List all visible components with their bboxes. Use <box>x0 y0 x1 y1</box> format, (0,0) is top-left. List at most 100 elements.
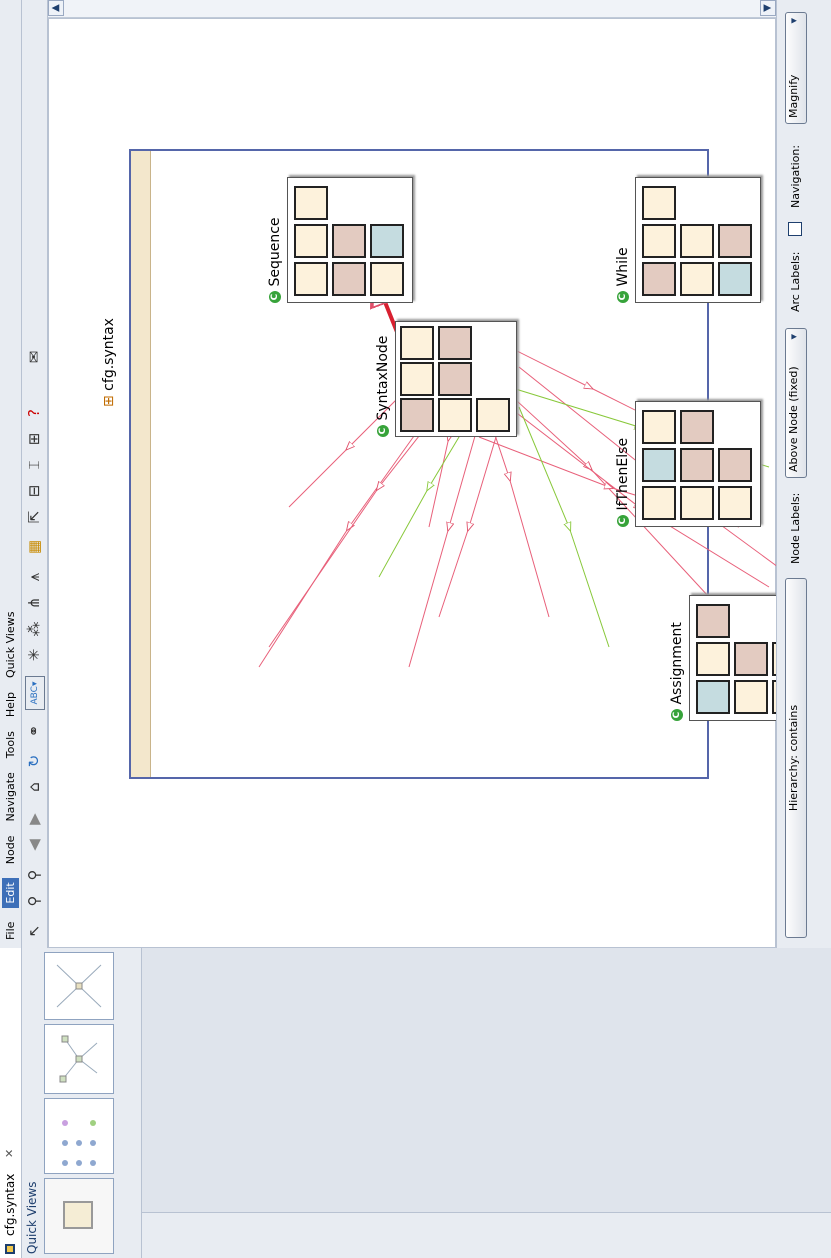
menu-quick-views[interactable]: Quick Views <box>4 612 17 678</box>
menu-help[interactable]: Help <box>4 692 17 717</box>
navigation-label: Navigation: <box>789 144 802 208</box>
node-member[interactable] <box>642 224 676 258</box>
radial-icon <box>56 964 102 1008</box>
refresh-icon[interactable]: ↻ <box>22 750 46 772</box>
menu-edit[interactable]: Edit <box>2 878 19 908</box>
node-member[interactable] <box>680 486 714 520</box>
tree-view-icon[interactable]: ⊞ <box>22 428 46 450</box>
layout-grid-icon[interactable]: ▦ <box>22 536 46 558</box>
editor-tab-title[interactable]: cfg.syntax <box>3 1174 17 1236</box>
node-member[interactable] <box>696 604 730 638</box>
zoom-out-icon[interactable]: ⚲ <box>22 864 46 886</box>
navigation-value: Magnify <box>787 74 800 118</box>
node-member[interactable] <box>680 224 714 258</box>
main-pane: File Edit Node Navigate Tools Help Quick… <box>0 0 831 948</box>
layout-icon <box>63 1201 93 1229</box>
node-member[interactable] <box>294 262 328 296</box>
node-labels-value: Above Node (fixed) <box>787 366 800 472</box>
menu-navigate[interactable]: Navigate <box>4 772 17 821</box>
quick-view-thumb-4[interactable] <box>44 952 114 1020</box>
ladder-icon[interactable]: ⌶ <box>22 454 46 476</box>
node-member[interactable] <box>642 410 676 444</box>
quick-view-thumb-1[interactable] <box>44 1178 114 1254</box>
layout-spring-icon[interactable]: ⁂ <box>22 618 46 640</box>
canvas-vertical-scrollbar[interactable]: ▲ ▼ <box>48 0 776 18</box>
node-member[interactable] <box>332 262 366 296</box>
node-labels-select[interactable]: Above Node (fixed) ▾ <box>785 328 807 478</box>
node-member[interactable] <box>294 186 328 220</box>
node-member[interactable] <box>718 486 752 520</box>
node-member[interactable] <box>642 448 676 482</box>
node-member[interactable] <box>642 486 676 520</box>
node-member[interactable] <box>718 224 752 258</box>
ifthenelse-label: C IfThenElse <box>615 438 631 527</box>
node-member[interactable] <box>332 224 366 258</box>
select-tool-icon[interactable]: ↖ <box>22 920 46 942</box>
node-member[interactable] <box>696 680 730 714</box>
arc-labels-checkbox[interactable] <box>788 222 802 236</box>
editor-tab-strip: cfg.syntax ✕ <box>0 948 22 1258</box>
node-member[interactable] <box>734 680 768 714</box>
class-icon: C <box>377 425 389 437</box>
diagram-canvas[interactable]: ⊞ cfg.syntax C SyntaxNode C Assignment C… <box>48 18 815 948</box>
quick-view-thumb-2[interactable] <box>44 1098 114 1174</box>
node-member[interactable] <box>370 262 404 296</box>
label-style-icon[interactable]: ABC▾ <box>25 676 45 710</box>
back-arrow-icon[interactable]: ◀ <box>22 834 46 856</box>
tab-close-icon[interactable]: ✕ <box>3 1149 16 1158</box>
expand-icon[interactable]: ⇱ <box>22 506 46 528</box>
mail-icon[interactable]: ✉ <box>22 346 46 368</box>
node-member[interactable] <box>680 262 714 296</box>
ifthenelse-box[interactable] <box>635 401 761 527</box>
class-icon: C <box>617 515 629 527</box>
home-icon[interactable]: ⌂ <box>22 776 46 798</box>
scroll-up-icon[interactable]: ▲ <box>48 0 64 16</box>
layout-tree-icon[interactable]: ⋔ <box>22 592 46 614</box>
zoom-in-icon[interactable]: ⚲ <box>22 890 46 912</box>
node-labels-label: Node Labels: <box>789 492 802 564</box>
class-icon: C <box>671 709 683 721</box>
sequence-box[interactable] <box>287 177 413 303</box>
toolbar: ↖ ⚲ ⚲ ◀ ▶ ⌂ ↻ ⚭ ABC▾ ✳ ⁂ ⋔ ⩚ ▦ ⇱ ⊟ ⌶ ⊞ ?… <box>22 0 48 948</box>
node-member[interactable] <box>400 398 434 432</box>
sequence-label: C Sequence <box>267 217 283 303</box>
syntaxnode-box[interactable] <box>395 321 517 437</box>
node-member[interactable] <box>718 262 752 296</box>
quick-view-thumb-3[interactable] <box>44 1024 114 1094</box>
node-member[interactable] <box>642 262 676 296</box>
menu-tools[interactable]: Tools <box>4 731 17 758</box>
sequence-name: Sequence <box>267 217 283 287</box>
menu-node[interactable]: Node <box>4 836 17 865</box>
node-member[interactable] <box>718 448 752 482</box>
node-member[interactable] <box>476 398 510 432</box>
layout-radial-icon[interactable]: ✳ <box>22 644 46 666</box>
node-member[interactable] <box>438 326 472 360</box>
forward-arrow-icon[interactable]: ▶ <box>22 808 46 830</box>
arc-labels-label: Arc Labels: <box>789 251 802 312</box>
node-member[interactable] <box>438 398 472 432</box>
syntaxnode-name: SyntaxNode <box>375 335 391 421</box>
help-icon[interactable]: ? <box>22 402 46 424</box>
layout-hier-icon[interactable]: ⩚ <box>22 566 46 588</box>
class-icon: C <box>617 291 629 303</box>
node-member[interactable] <box>400 362 434 396</box>
node-member[interactable] <box>438 362 472 396</box>
node-member[interactable] <box>400 326 434 360</box>
arc-overridden-5 <box>288 386 410 508</box>
while-box[interactable] <box>635 177 761 303</box>
navigation-select[interactable]: Magnify ▾ <box>785 12 807 124</box>
node-member[interactable] <box>370 224 404 258</box>
hierarchy-button[interactable]: Hierarchy: contains <box>785 578 807 938</box>
node-member[interactable] <box>696 642 730 676</box>
node-member[interactable] <box>680 410 714 444</box>
node-member[interactable] <box>734 642 768 676</box>
node-member[interactable] <box>294 224 328 258</box>
collapse-icon[interactable]: ⊟ <box>22 480 46 502</box>
menu-file[interactable]: File <box>4 922 17 940</box>
scroll-down-icon[interactable]: ▼ <box>760 0 776 16</box>
node-member[interactable] <box>642 186 676 220</box>
find-icon[interactable]: ⚭ <box>22 720 46 742</box>
node-member[interactable] <box>680 448 714 482</box>
ifthenelse-name: IfThenElse <box>615 437 631 511</box>
chevron-down-icon: ▾ <box>787 18 800 24</box>
